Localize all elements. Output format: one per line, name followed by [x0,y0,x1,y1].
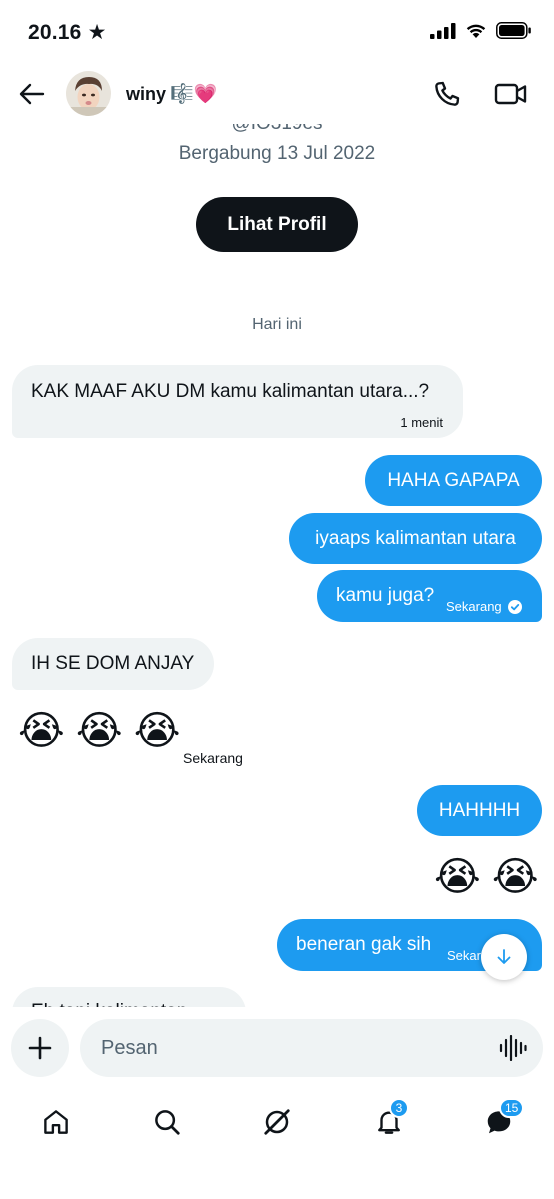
message-time: Sekarang [446,599,502,614]
conversation-header: winy 🎼💗 [0,64,554,124]
status-icons [430,22,532,39]
video-call-button[interactable] [494,79,528,109]
message-text: HAHHHH [438,799,521,821]
view-profile-button[interactable]: Lihat Profil [196,197,358,252]
message-incoming[interactable]: KAK MAAF AKU DM kamu kalimantan utara...… [12,365,463,438]
add-attachment-button[interactable] [11,1019,69,1077]
read-check-icon [507,600,522,614]
message-text: KAK MAAF AKU DM kamu kalimantan utara...… [31,381,430,402]
message-meta: Sekarang [446,595,522,619]
nav-messages[interactable]: 15 [481,1098,525,1140]
message-text: iyaaps kalimantan utara [315,527,516,549]
nav-grok[interactable] [259,1104,295,1140]
message-outgoing[interactable]: iyaaps kalimantan utara [289,513,542,564]
message-incoming[interactable]: IH SE DOM ANJAY [12,638,214,690]
home-icon [44,1110,68,1134]
message-text: beneran gak sih [296,934,432,955]
voice-message-button[interactable] [499,1034,527,1062]
audio-waveform-icon [499,1034,527,1062]
nav-home[interactable] [38,1104,74,1140]
bottom-navigation: 3 15 [0,1092,554,1199]
avatar[interactable] [66,71,111,116]
grok-icon [264,1109,290,1135]
back-button[interactable] [16,78,48,110]
scroll-to-bottom-button[interactable] [481,934,527,980]
message-text: kamu juga? [336,585,435,606]
message-outgoing[interactable]: HAHA GAPAPA [365,455,542,506]
message-time: 1 menit [400,415,443,430]
message-text: IH SE DOM ANJAY [31,653,195,674]
call-button[interactable] [432,79,462,109]
joined-date: Bergabung 13 Jul 2022 [178,143,376,164]
nav-search[interactable] [149,1104,185,1140]
status-bar: 20.16 ★ [0,0,554,64]
message-outgoing[interactable]: kamu juga? Sekarang [317,570,542,622]
battery-icon [496,22,531,39]
messages-badge: 15 [499,1098,525,1118]
message-input[interactable] [80,1019,543,1077]
notifications-badge: 3 [389,1098,409,1118]
phone-icon [435,81,460,106]
message-text: HAHA GAPAPA [387,469,520,491]
day-separator: Hari ini [252,316,302,333]
message-composer [0,1007,554,1092]
status-time: 20.16 ★ [28,21,107,44]
arrow-down-icon [497,949,511,964]
star-icon: ★ [87,21,107,44]
message-outgoing[interactable]: HAHHHH [417,785,542,836]
plus-icon [28,1036,52,1060]
video-camera-icon [494,83,527,105]
signal-icon [430,22,456,39]
name-emoji: 🎼💗 [170,84,218,105]
wifi-icon [466,24,486,38]
emoji-message-outgoing[interactable]: 😭 😭 [434,855,539,899]
emoji-message-incoming[interactable]: 😭 😭 😭 [18,709,180,753]
search-icon [155,1110,180,1135]
nav-notifications[interactable]: 3 [371,1098,409,1140]
arrow-left-icon [19,83,45,105]
contact-name[interactable]: winy 🎼💗 [126,82,217,106]
message-time: Sekarang [183,750,243,766]
